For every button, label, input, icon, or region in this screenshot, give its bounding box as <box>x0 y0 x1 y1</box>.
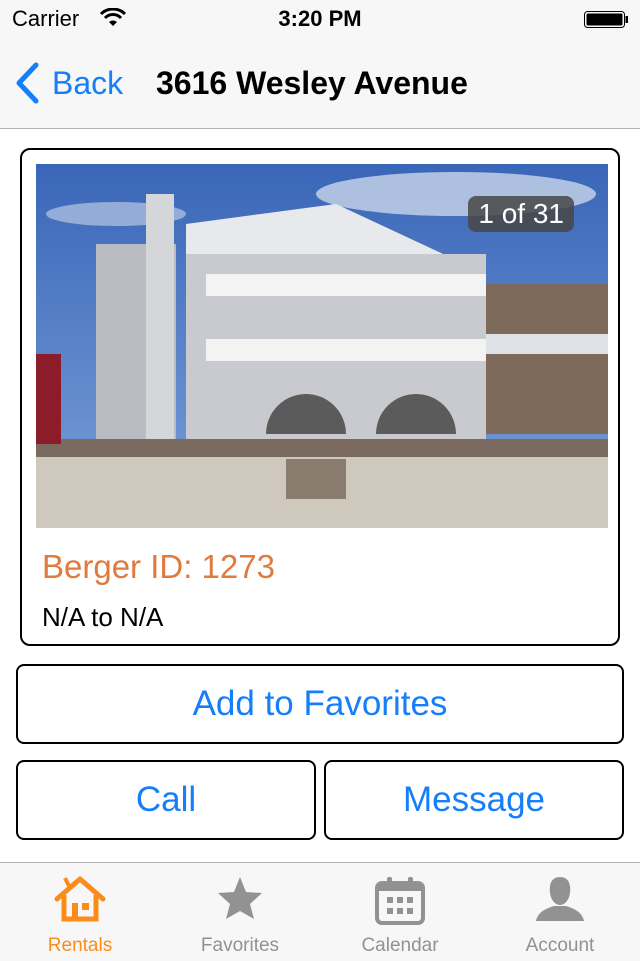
tab-label: Account <box>525 935 595 956</box>
property-photo[interactable]: 1 of 31 <box>36 164 608 528</box>
call-button[interactable]: Call <box>16 760 316 840</box>
tab-bar: Rentals Favorites Calendar Account <box>0 862 640 961</box>
tab-favorites[interactable]: Favorites <box>160 863 320 961</box>
tab-label: Rentals <box>47 935 113 956</box>
listing-card: 1 of 31 Berger ID: 1273 N/A to N/A <box>20 148 620 646</box>
battery-icon <box>584 11 628 28</box>
message-button[interactable]: Message <box>324 760 624 840</box>
tab-label: Favorites <box>200 935 280 956</box>
calendar-icon <box>375 877 425 925</box>
back-button[interactable]: Back <box>14 62 123 104</box>
photo-counter: 1 of 31 <box>468 196 574 232</box>
tab-rentals[interactable]: Rentals <box>0 863 160 961</box>
add-to-favorites-button[interactable]: Add to Favorites <box>16 664 624 744</box>
chevron-left-icon <box>16 62 39 104</box>
tab-label: Calendar <box>361 935 439 956</box>
house-icon <box>54 876 106 922</box>
back-label: Back <box>52 64 124 101</box>
status-bar: Carrier 3:20 PM <box>0 0 640 40</box>
star-icon <box>218 877 262 919</box>
berger-id: Berger ID: 1273 <box>42 548 275 585</box>
navigation-bar: Back 3616 Wesley Avenue <box>0 40 640 129</box>
person-icon <box>536 877 584 921</box>
page-title: 3616 Wesley Avenue <box>156 65 468 101</box>
clock: 3:20 PM <box>278 6 362 31</box>
tab-calendar[interactable]: Calendar <box>320 863 480 961</box>
rental-dates: N/A to N/A <box>42 602 164 632</box>
tab-account[interactable]: Account <box>480 863 640 961</box>
